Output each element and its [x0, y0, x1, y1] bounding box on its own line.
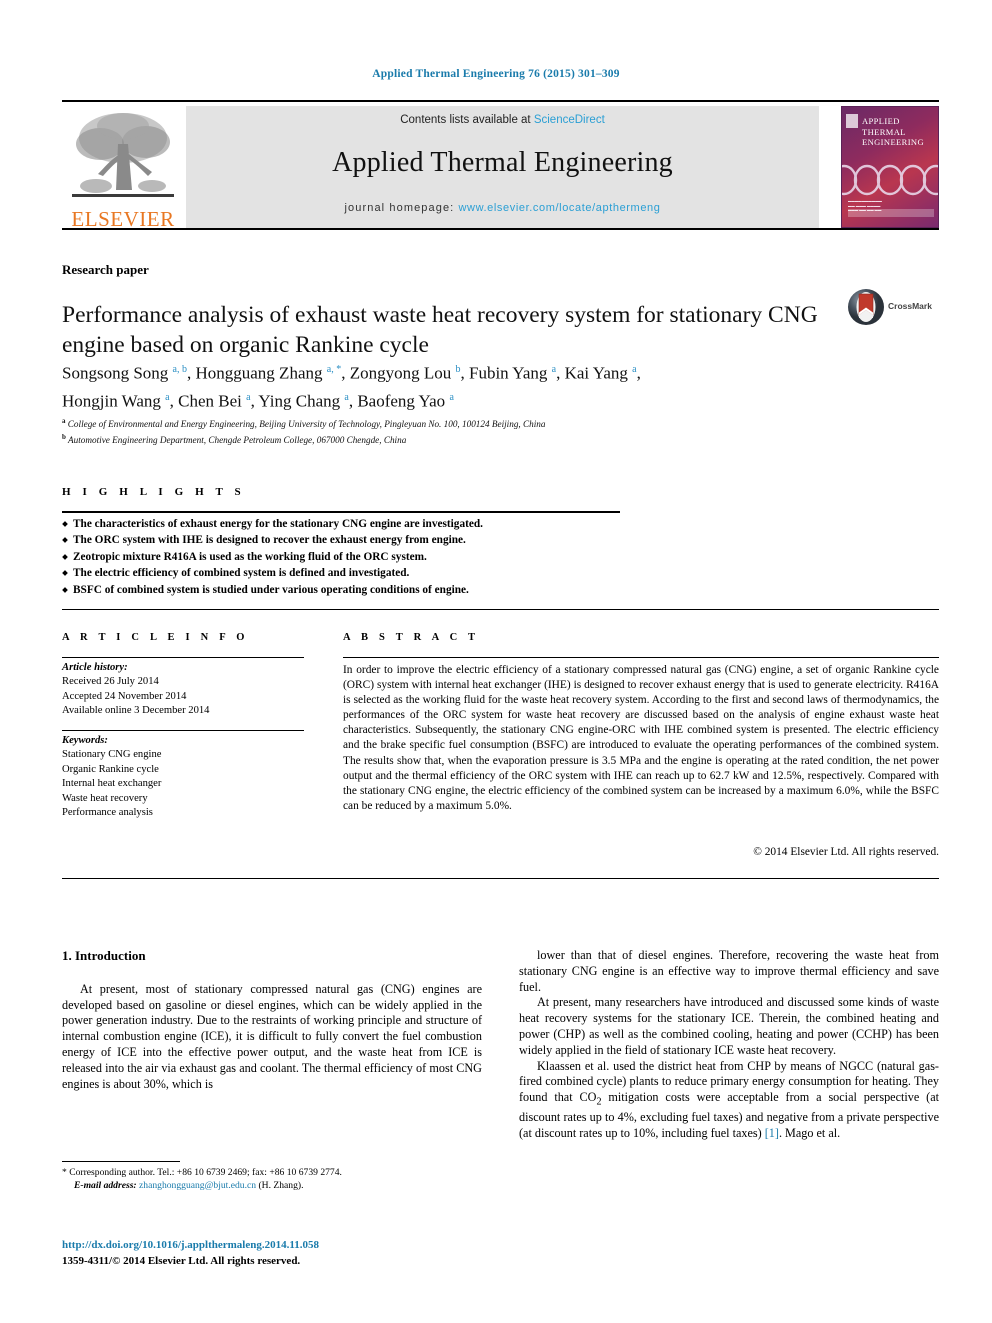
paragraph: Klaassen et al. used the district heat f… — [519, 1058, 940, 1141]
running-head: Applied Thermal Engineering 76 (2015) 30… — [372, 68, 620, 80]
email-label: E-mail address: — [74, 1180, 137, 1192]
article-history: Article history: Received 26 July 2014 Ac… — [62, 661, 312, 719]
section-divider-top — [62, 609, 939, 611]
cover-title-line1: APPLIED — [862, 116, 900, 126]
page-title: Performance analysis of exhaust waste he… — [62, 301, 818, 358]
affiliations: a College of Environmental and Energy En… — [62, 415, 852, 447]
abstract-text: In order to improve the electric efficie… — [343, 664, 939, 812]
left-column-paragraphs: At present, most of stationary compresse… — [62, 982, 482, 1093]
list-item: Internal heat exchanger — [62, 778, 162, 790]
doi-link[interactable]: http://dx.doi.org/10.1016/j.applthermale… — [62, 1239, 319, 1251]
footnote-block: * Corresponding author. Tel.: +86 10 673… — [62, 1166, 482, 1192]
abstract-heading: A B S T R A C T — [343, 632, 480, 643]
cover-elsevier-mark — [846, 114, 858, 128]
list-item: Received 26 July 2014 — [62, 676, 159, 688]
list-item: Organic Rankine cycle — [62, 763, 159, 775]
crossmark-badge[interactable]: CrossMark — [847, 288, 939, 328]
keywords-divider — [62, 730, 304, 732]
section-divider-bottom — [62, 878, 939, 880]
contents-prefix: Contents lists available at — [400, 114, 534, 126]
keywords-block: Keywords: Stationary CNG engine Organic R… — [62, 734, 312, 820]
elsevier-tree-icon — [72, 113, 174, 197]
homepage-url-link[interactable]: www.elsevier.com/locate/apthermeng — [458, 202, 660, 214]
cover-rings-graphic — [842, 164, 938, 196]
affiliation-b: b Automotive Engineering Department, Che… — [62, 433, 407, 446]
list-item: The ORC system with IHE is designed to r… — [62, 532, 662, 548]
copyright-line: © 2014 Elsevier Ltd. All rights reserved… — [753, 846, 939, 858]
journal-masthead: ELSEVIER Contents lists available at Sci… — [62, 100, 939, 231]
body-column-right: lower than that of diesel engines. There… — [519, 948, 939, 1142]
article-history-items: Received 26 July 2014 Accepted 24 Novembe… — [62, 675, 312, 718]
list-item: The characteristics of exhaust energy fo… — [62, 516, 662, 532]
list-item: Performance analysis — [62, 807, 153, 819]
cover-title-line2: THERMAL — [862, 126, 906, 137]
section-heading-introduction: 1. Introduction — [62, 948, 146, 963]
email-link[interactable]: zhanghongguang@bjut.edu.cn — [139, 1180, 256, 1191]
author-line-1: Songsong Song a, b, Hongguang Zhang a, *… — [62, 363, 641, 383]
paragraph: lower than that of diesel engines. There… — [519, 948, 939, 994]
paragraph: At present, most of stationary compresse… — [62, 981, 482, 1091]
journal-title: Applied Thermal Engineering — [332, 147, 673, 178]
list-item: Waste heat recovery — [62, 792, 148, 804]
highlights-heading: H I G H L I G H T S — [62, 486, 246, 498]
body-column-left: 1. Introduction At present, most of stat… — [62, 948, 482, 1092]
keywords-items: Stationary CNG engine Organic Rankine cyc… — [62, 748, 312, 820]
journal-cover-thumbnail: APPLIED THERMAL ENGINEERING ▬▬▬▬▬▬▬▬▬▬ ▬▬… — [841, 106, 939, 228]
list-item: Zeotropic mixture R416A is used as the w… — [62, 549, 662, 565]
email-suffix: (H. Zhang). — [256, 1180, 304, 1192]
footnote-divider — [62, 1161, 180, 1162]
author-line-2: Hongjin Wang a, Chen Bei a, Ying Chang a… — [62, 391, 454, 411]
contents-available-line: Contents lists available at ScienceDirec… — [186, 114, 819, 126]
crossmark-icon — [848, 289, 884, 325]
right-column-paragraphs: lower than that of diesel engines. There… — [519, 948, 939, 1142]
list-item: Stationary CNG engine — [62, 749, 162, 761]
affiliation-a: a College of Environmental and Energy En… — [62, 417, 546, 430]
article-history-label: Article history: — [62, 662, 128, 673]
cover-title-line3: ENGINEERING — [862, 137, 924, 147]
abstract-divider — [343, 657, 939, 659]
highlights-divider — [62, 511, 620, 513]
elsevier-logo: ELSEVIER — [62, 106, 184, 231]
author-list: Songsong Song a, b, Hongguang Zhang a, *… — [62, 358, 852, 413]
paper-page: Applied Thermal Engineering 76 (2015) 30… — [0, 0, 992, 1323]
list-item: The electric efficiency of combined syst… — [62, 565, 662, 581]
list-item: Accepted 24 November 2014 — [62, 690, 187, 702]
email-note: E-mail address: zhanghongguang@bjut.edu.… — [62, 1179, 482, 1192]
journal-homepage-line: journal homepage: www.elsevier.com/locat… — [186, 202, 819, 214]
sciencedirect-link[interactable]: ScienceDirect — [534, 114, 605, 126]
article-type-kicker: Research paper — [62, 262, 149, 277]
elsevier-wordmark: ELSEVIER — [71, 207, 175, 231]
issn-copyright: 1359-4311/© 2014 Elsevier Ltd. All right… — [62, 1255, 301, 1267]
corresponding-author-note: * Corresponding author. Tel.: +86 10 673… — [62, 1167, 342, 1178]
paragraph: At present, many researchers have introd… — [519, 995, 939, 1057]
list-item: BSFC of combined system is studied under… — [62, 582, 662, 598]
cover-footer-bar — [848, 209, 934, 217]
article-info-divider — [62, 657, 304, 659]
crossmark-label: CrossMark — [888, 301, 932, 311]
cover-title: APPLIED THERMAL ENGINEERING — [862, 116, 924, 148]
highlights-list: The characteristics of exhaust energy fo… — [62, 516, 662, 598]
keywords-label: Keywords: — [62, 735, 108, 746]
list-item: Available online 3 December 2014 — [62, 705, 210, 717]
article-info-heading: A R T I C L E I N F O — [62, 632, 249, 643]
homepage-label: journal homepage: — [344, 202, 459, 214]
